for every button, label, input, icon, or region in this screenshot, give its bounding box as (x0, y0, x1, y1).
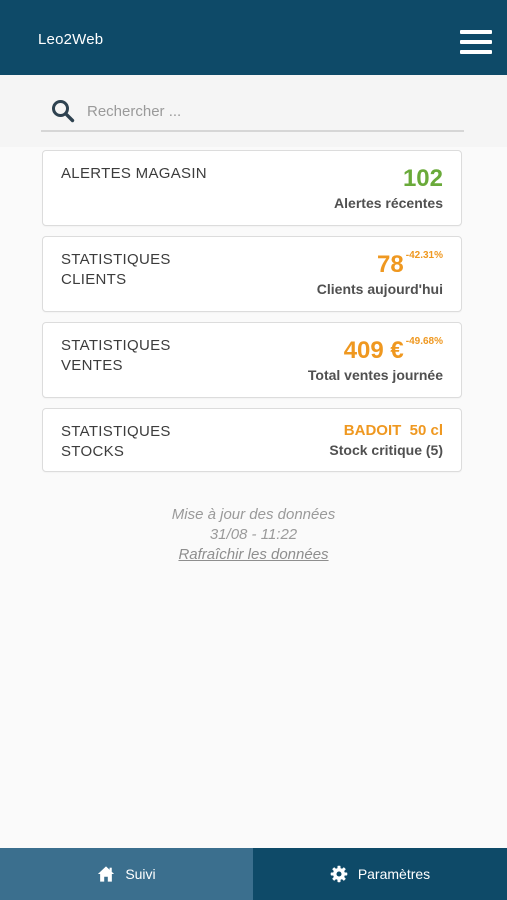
card-statistiques-clients[interactable]: STATISTIQUES CLIENTS 78 -42.31% Clients a… (42, 236, 462, 312)
card-subtitle: Clients aujourd'hui (316, 281, 443, 297)
search-field-container[interactable] (41, 93, 464, 132)
app-title: Leo2Web (38, 31, 104, 48)
card-statistiques-ventes[interactable]: STATISTIQUES VENTES 409 € -49.68% Total v… (42, 322, 462, 398)
card-subtitle: Stock critique (5) (329, 442, 443, 458)
card-title: ALERTES MAGASIN (61, 165, 207, 182)
bottom-navigation: Suivi Paramètres (0, 848, 507, 900)
card-title: STATISTIQUES VENTES (61, 337, 171, 374)
card-value: 409 € (343, 337, 404, 364)
card-title: STATISTIQUES CLIENTS (61, 251, 171, 288)
card-delta-badge: -49.68% (405, 336, 443, 347)
card-statistiques-stocks[interactable]: STATISTIQUES STOCKS BADOIT 50 cl Stock c… (42, 408, 462, 472)
tab-parametres[interactable]: Paramètres (253, 848, 507, 900)
card-alertes-magasin[interactable]: ALERTES MAGASIN 102 Alertes récentes (42, 150, 462, 226)
update-datetime: 31/08 - 11:22 (209, 526, 298, 543)
search-bar (0, 75, 507, 147)
search-icon (52, 100, 75, 123)
data-update-info: Mise à jour des données 31/08 - 11:22 Ra… (0, 505, 507, 565)
tab-suivi[interactable]: Suivi (0, 848, 253, 900)
tab-label: Suivi (125, 866, 156, 882)
hamburger-menu-icon[interactable] (456, 28, 494, 56)
search-input[interactable] (87, 98, 447, 124)
app-header: Leo2Web (0, 0, 507, 75)
card-title: STATISTIQUES STOCKS (61, 423, 171, 460)
card-subtitle: Alertes récentes (334, 195, 443, 211)
card-value: 78 (377, 251, 404, 278)
refresh-data-link[interactable]: Rafraîchir les données (178, 546, 328, 563)
card-value: 102 (402, 165, 443, 192)
home-icon (98, 866, 115, 882)
tab-label: Paramètres (357, 866, 431, 882)
card-value: BADOIT 50 cl (343, 422, 443, 439)
card-subtitle: Total ventes journée (307, 367, 443, 383)
update-label: Mise à jour des données (171, 506, 336, 523)
gear-icon (330, 865, 348, 883)
card-delta-badge: -42.31% (405, 250, 443, 261)
